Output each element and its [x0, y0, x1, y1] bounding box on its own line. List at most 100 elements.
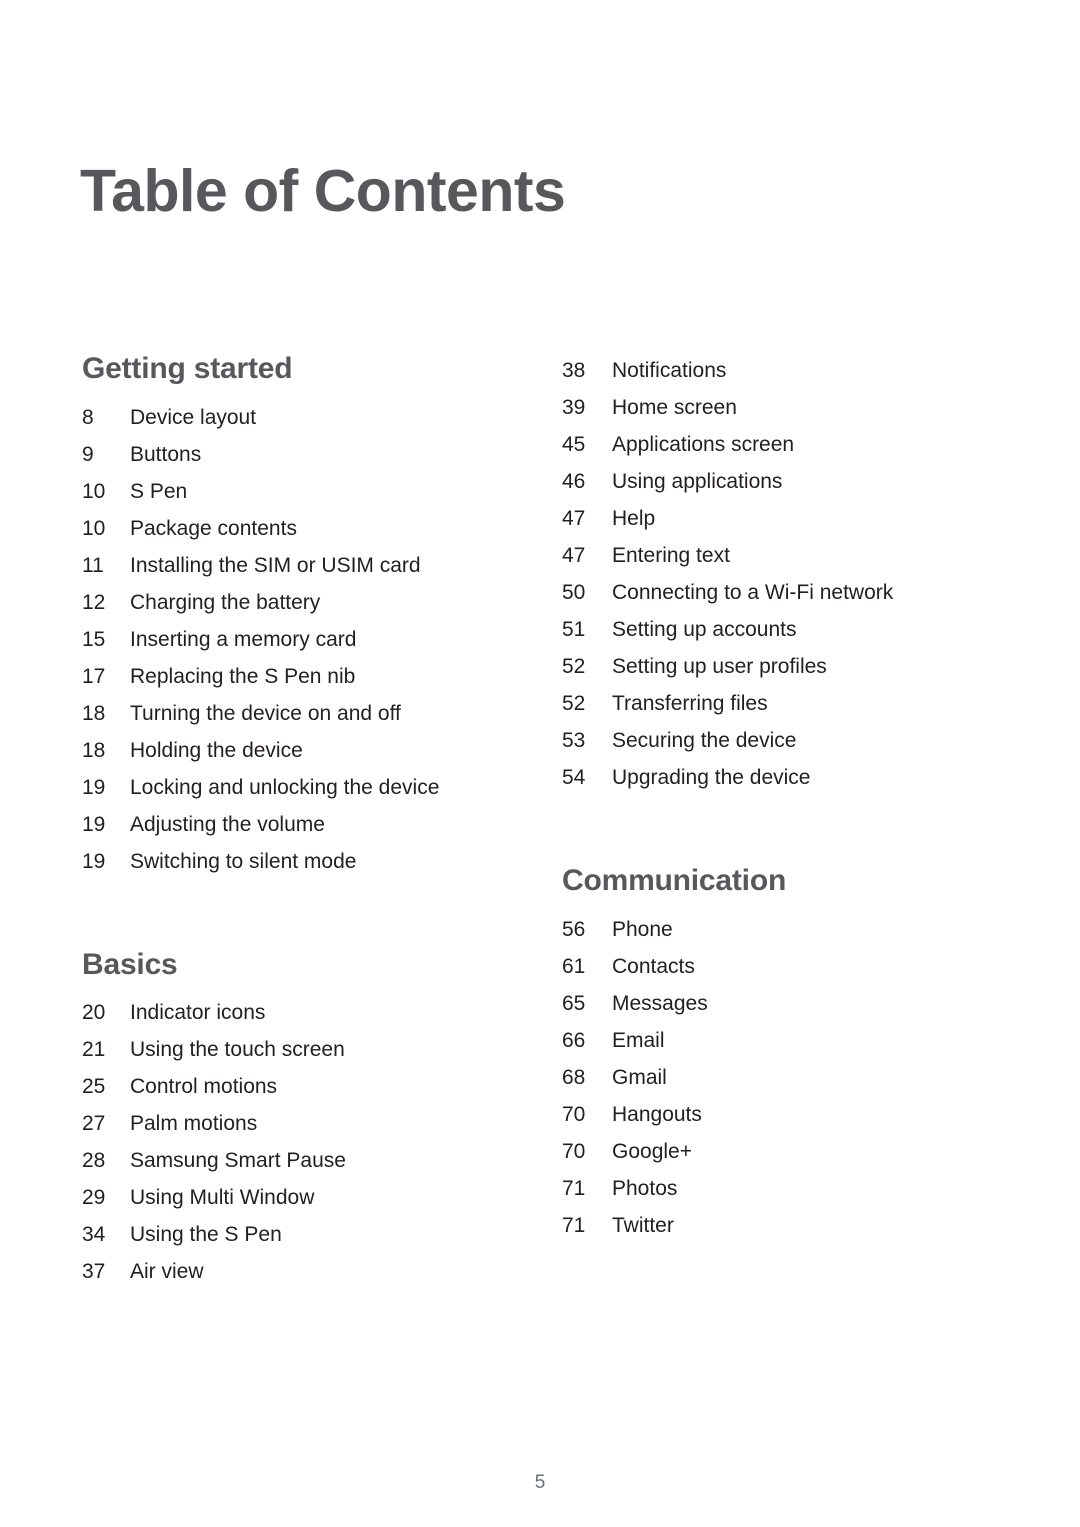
toc-entry-label: Home screen [612, 396, 737, 419]
toc-entry[interactable]: 19 Adjusting the volume [82, 806, 480, 843]
toc-entry-page-number: 38 [562, 359, 586, 382]
toc-entry[interactable]: 20 Indicator icons [82, 994, 480, 1031]
toc-entry-page-number: 27 [82, 1112, 106, 1135]
toc-entry[interactable]: 70 Hangouts [562, 1096, 1000, 1133]
toc-entry-page-number: 47 [562, 544, 586, 567]
toc-entry-page-number: 18 [82, 701, 106, 725]
toc-page: Table of Contents Getting started 8 Device… [0, 0, 1080, 1527]
toc-entry[interactable]: 53 Securing the device [562, 722, 1000, 759]
toc-entry[interactable]: 47 Entering text [562, 537, 1000, 574]
toc-section: Communication 56 Phone 61 Contacts 65 Messages… [562, 864, 1000, 1244]
toc-entry-label: Gmail [612, 1065, 667, 1089]
toc-entry[interactable]: 45 Applications screen [562, 426, 1000, 463]
toc-entry[interactable]: 50 Connecting to a Wi-Fi network [562, 574, 1000, 611]
toc-entry-label: Connecting to a Wi-Fi network [612, 581, 894, 604]
toc-entry-label: Control motions [130, 1075, 278, 1098]
left-column: Getting started 8 Device layout 9 Buttons 10 S… [0, 352, 480, 1290]
toc-entry[interactable]: 10 Package contents [82, 510, 480, 547]
toc-entry[interactable]: 38 Notifications [562, 352, 1000, 389]
toc-entry[interactable]: 71 Twitter [562, 1207, 1000, 1244]
toc-entry-page-number: 56 [562, 917, 586, 941]
toc-entry[interactable]: 19 Switching to silent mode [82, 843, 480, 880]
toc-entry[interactable]: 39 Home screen [562, 389, 1000, 426]
toc-entry-page-number: 70 [562, 1102, 586, 1126]
toc-entry-page-number: 9 [82, 442, 94, 466]
toc-entry[interactable]: 9 Buttons [82, 436, 480, 473]
toc-entry[interactable]: 34 Using the S Pen [82, 1216, 480, 1253]
toc-entry-page-number: 39 [562, 396, 586, 419]
toc-entry-label: Entering text [612, 544, 730, 567]
toc-entry-page-number: 70 [562, 1139, 586, 1163]
toc-entry[interactable]: 18 Turning the device on and off [82, 695, 480, 732]
toc-entry-label: Setting up accounts [612, 618, 797, 641]
toc-entry[interactable]: 54 Upgrading the device [562, 759, 1000, 796]
toc-entry-page-number: 66 [562, 1028, 586, 1052]
toc-entry[interactable]: 61 Contacts [562, 948, 1000, 985]
toc-entry[interactable]: 10 S Pen [82, 473, 480, 510]
toc-entry-label: Upgrading the device [612, 766, 811, 789]
toc-entry[interactable]: 68 Gmail [562, 1059, 1000, 1096]
toc-entry-page-number: 47 [562, 507, 586, 530]
toc-entry[interactable]: 8 Device layout [82, 399, 480, 436]
toc-entry[interactable]: 19 Locking and unlocking the device [82, 769, 480, 806]
toc-section: 38 Notifications 39 Home screen 45 Applicatio… [562, 352, 1000, 796]
toc-entry-page-number: 61 [562, 954, 586, 978]
toc-entry-page-number: 12 [82, 590, 106, 614]
toc-entry[interactable]: 52 Setting up user profiles [562, 648, 1000, 685]
toc-entry[interactable]: 21 Using the touch screen [82, 1031, 480, 1068]
toc-entry-label: Photos [612, 1176, 678, 1200]
toc-entry-page-number: 19 [82, 775, 106, 799]
toc-entry-page-number: 51 [562, 618, 586, 641]
toc-entry[interactable]: 11 Installing the SIM or USIM card [82, 547, 480, 584]
toc-entry-page-number: 52 [562, 692, 586, 715]
toc-entry-label: Messages [612, 991, 708, 1015]
toc-entry[interactable]: 27 Palm motions [82, 1105, 480, 1142]
page-number: 5 [534, 1472, 546, 1493]
toc-entry-page-number: 19 [82, 812, 106, 836]
toc-entry-page-number: 29 [82, 1186, 106, 1209]
toc-entry[interactable]: 25 Control motions [82, 1068, 480, 1105]
toc-entry-label: Palm motions [130, 1112, 258, 1135]
toc-entry-page-number: 15 [82, 627, 106, 651]
toc-entry[interactable]: 71 Photos [562, 1170, 1000, 1207]
toc-entry-label: Setting up user profiles [612, 655, 827, 678]
toc-entry-label: Transferring files [612, 692, 768, 715]
toc-entry-page-number: 18 [82, 738, 106, 762]
toc-entry[interactable]: 37 Air view [82, 1253, 480, 1290]
toc-entry-label: Turning the device on and off [130, 701, 401, 725]
toc-entry[interactable]: 66 Email [562, 1022, 1000, 1059]
toc-entry-label: Contacts [612, 954, 695, 978]
page-title: Table of Contents [80, 157, 566, 224]
toc-entry-page-number: 71 [562, 1176, 586, 1200]
toc-entry-label: Locking and unlocking the device [130, 775, 440, 799]
toc-entry[interactable]: 47 Help [562, 500, 1000, 537]
toc-entry-label: Device layout [130, 405, 257, 429]
toc-entry[interactable]: 18 Holding the device [82, 732, 480, 769]
toc-entry[interactable]: 28 Samsung Smart Pause [82, 1142, 480, 1179]
toc-entry[interactable]: 17 Replacing the S Pen nib [82, 658, 480, 695]
toc-entry-page-number: 11 [82, 553, 104, 577]
toc-entry-label: Holding the device [130, 738, 303, 762]
toc-entry-label: Inserting a memory card [130, 627, 357, 651]
toc-entry-list: 20 Indicator icons 21 Using the touch scree… [82, 994, 480, 1290]
toc-entry[interactable]: 29 Using Multi Window [82, 1179, 480, 1216]
toc-entry[interactable]: 12 Charging the battery [82, 584, 480, 621]
toc-entry-page-number: 53 [562, 729, 586, 752]
toc-entry[interactable]: 52 Transferring files [562, 685, 1000, 722]
toc-entry[interactable]: 70 Google+ [562, 1133, 1000, 1170]
toc-entry[interactable]: 15 Inserting a memory card [82, 621, 480, 658]
toc-entry-list: 56 Phone 61 Contacts 65 Messages 66 Email 68 Gmai… [562, 911, 1000, 1244]
toc-entry-page-number: 45 [562, 433, 586, 456]
toc-entry-page-number: 19 [82, 849, 106, 873]
toc-entry-label: Twitter [612, 1213, 674, 1237]
toc-entry-page-number: 46 [562, 470, 586, 493]
section-heading: Getting started [82, 352, 293, 385]
toc-entry[interactable]: 56 Phone [562, 911, 1000, 948]
toc-entry[interactable]: 46 Using applications [562, 463, 1000, 500]
toc-entry[interactable]: 51 Setting up accounts [562, 611, 1000, 648]
toc-entry[interactable]: 65 Messages [562, 985, 1000, 1022]
toc-entry-label: Samsung Smart Pause [130, 1149, 346, 1172]
toc-entry-list: 8 Device layout 9 Buttons 10 S Pen 10 Package c… [82, 399, 480, 880]
toc-entry-page-number: 8 [82, 405, 94, 429]
toc-entry-page-number: 50 [562, 581, 586, 604]
